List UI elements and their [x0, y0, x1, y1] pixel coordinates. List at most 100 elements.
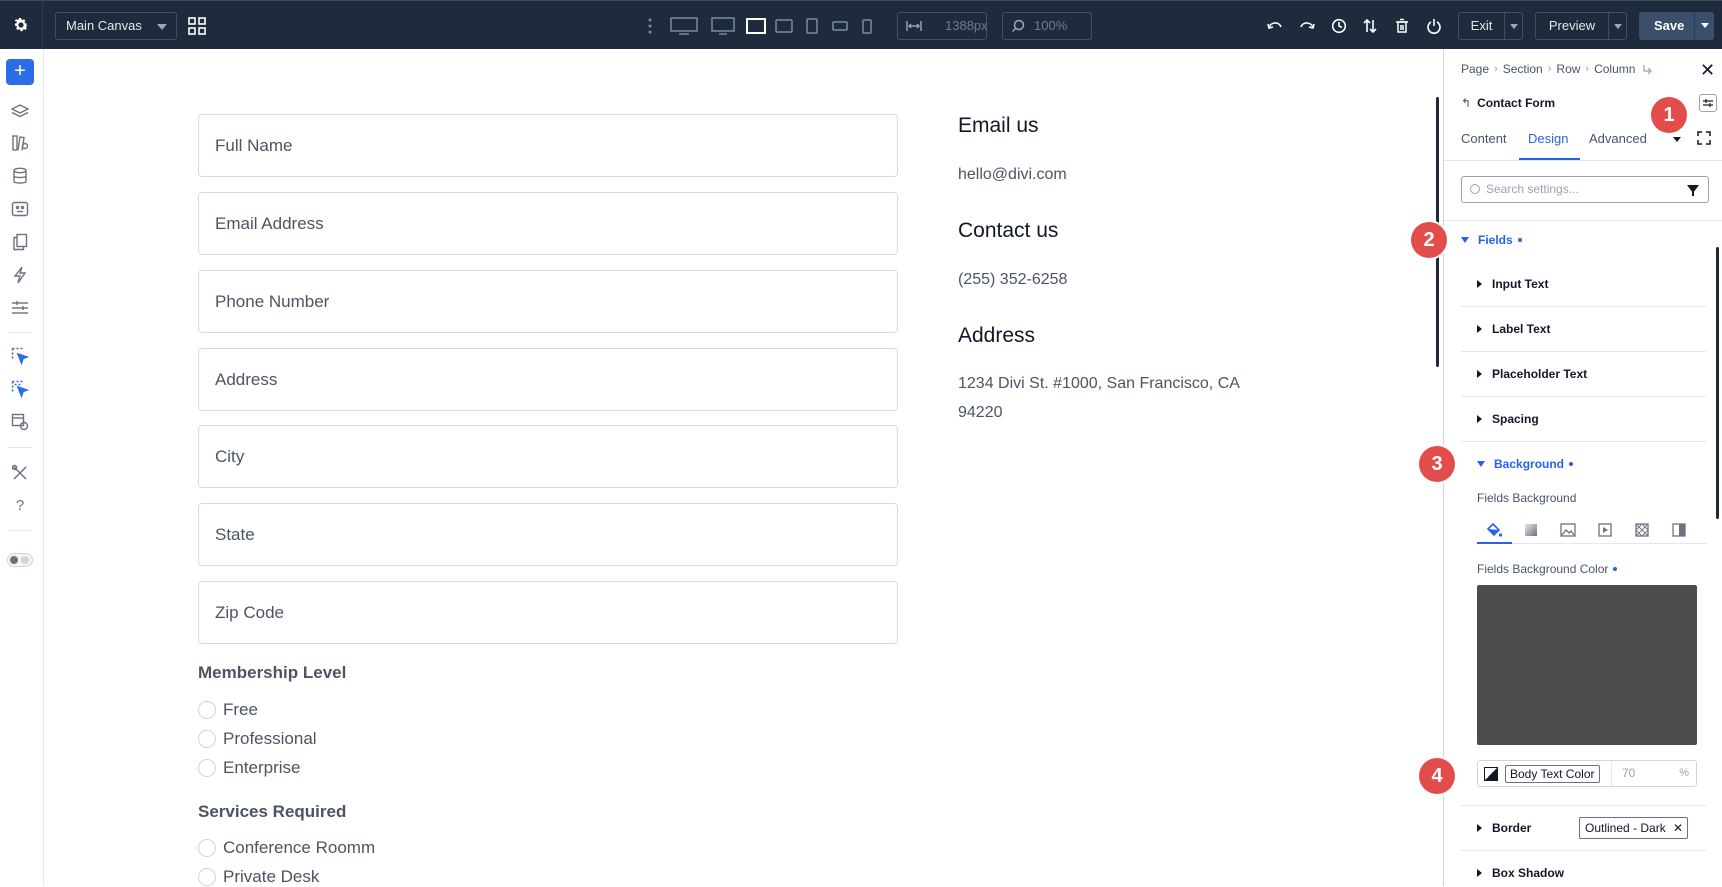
- layers-icon[interactable]: [9, 101, 31, 123]
- form-field[interactable]: Full Name: [198, 114, 898, 177]
- services-required-title: Services Required: [198, 802, 347, 821]
- grid-layout-icon[interactable]: [188, 17, 206, 35]
- color-variable-tag[interactable]: Body Text Color: [1505, 765, 1600, 783]
- input-text-toggle[interactable]: Input Text: [1477, 277, 1707, 291]
- opacity-unit: %: [1679, 767, 1689, 779]
- breadcrumb-item[interactable]: Section: [1503, 62, 1543, 76]
- trash-icon[interactable]: [1394, 14, 1410, 38]
- zoom-field[interactable]: 100%: [1002, 12, 1092, 40]
- color-fill-icon[interactable]: [1485, 521, 1503, 539]
- exit-dropdown-toggle[interactable]: [1504, 13, 1522, 39]
- form-field[interactable]: City: [198, 425, 898, 488]
- color-chip-icon[interactable]: [1484, 767, 1498, 781]
- sidebar-divider: [8, 332, 32, 333]
- fields-group-toggle[interactable]: Fields: [1461, 233, 1522, 247]
- radio-circle[interactable]: [198, 868, 216, 886]
- breadcrumb-item[interactable]: Page: [1461, 62, 1489, 76]
- pattern-icon[interactable]: [1633, 521, 1651, 539]
- label-text-toggle[interactable]: Label Text: [1477, 322, 1707, 336]
- back-arrow-icon[interactable]: ↰: [1461, 96, 1471, 110]
- radio-circle[interactable]: [198, 759, 216, 777]
- radio-option[interactable]: Professional: [198, 729, 317, 749]
- video-icon[interactable]: [1596, 521, 1614, 539]
- exit-button[interactable]: Exit: [1458, 12, 1523, 40]
- tablet-view-icon[interactable]: [805, 14, 819, 38]
- tabs-divider: [1444, 160, 1722, 161]
- spacing-toggle[interactable]: Spacing: [1477, 412, 1707, 426]
- radio-circle[interactable]: [198, 730, 216, 748]
- canvas-width-value: 1388px: [945, 18, 988, 33]
- search-settings-input[interactable]: Search settings...: [1461, 176, 1709, 203]
- select-multiple-icon[interactable]: [9, 378, 31, 400]
- image-icon[interactable]: [1559, 521, 1577, 539]
- preview-dropdown-toggle[interactable]: [1608, 13, 1626, 39]
- box-shadow-toggle[interactable]: Box Shadow: [1477, 866, 1707, 880]
- border-preset-tag[interactable]: Outlined - Dark ✕: [1579, 817, 1689, 839]
- redo-icon[interactable]: [1298, 14, 1316, 38]
- tab-content[interactable]: Content: [1461, 131, 1507, 146]
- desktop-view-icon[interactable]: [711, 14, 735, 38]
- settings-gear-icon[interactable]: [0, 1, 43, 49]
- database-icon[interactable]: [9, 165, 31, 187]
- page-settings-icon[interactable]: [9, 411, 31, 433]
- left-sidebar: + ?: [0, 49, 44, 886]
- portability-icon[interactable]: [9, 198, 31, 220]
- address-line-1: 1234 Divi St. #1000, San Francisco, CA: [958, 375, 1240, 392]
- canvas-select[interactable]: Main Canvas: [55, 12, 177, 40]
- mask-icon[interactable]: [1670, 521, 1688, 539]
- radio-option[interactable]: Conference Roomm: [198, 838, 375, 858]
- remove-preset-icon[interactable]: ✕: [1673, 821, 1683, 835]
- radio-circle[interactable]: [198, 701, 216, 719]
- tab-design[interactable]: Design: [1528, 131, 1568, 146]
- select-module-icon[interactable]: [9, 345, 31, 367]
- color-preview-swatch[interactable]: [1477, 585, 1697, 745]
- form-field[interactable]: State: [198, 503, 898, 566]
- preview-button[interactable]: Preview: [1535, 12, 1627, 40]
- tabs-more-dropdown-icon[interactable]: [1673, 137, 1681, 142]
- canvas-width-field[interactable]: 1388px: [897, 12, 988, 40]
- breadcrumb-item[interactable]: Column: [1594, 62, 1635, 76]
- panel-scrollbar[interactable]: [1716, 247, 1719, 519]
- sort-arrows-icon[interactable]: [1362, 14, 1378, 38]
- form-field[interactable]: Zip Code: [198, 581, 898, 644]
- more-vertical-icon[interactable]: [645, 14, 655, 38]
- row-divider: [1461, 850, 1706, 851]
- tab-advanced[interactable]: Advanced: [1589, 131, 1647, 146]
- radio-option[interactable]: Private Desk: [198, 867, 319, 887]
- help-icon[interactable]: ?: [9, 494, 31, 516]
- gradient-icon[interactable]: [1522, 521, 1540, 539]
- radio-option[interactable]: Enterprise: [198, 758, 300, 778]
- tablet-landscape-view-icon[interactable]: [775, 14, 793, 38]
- widescreen-view-icon[interactable]: [670, 14, 698, 38]
- laptop-view-icon[interactable]: [746, 14, 766, 38]
- sliders-icon[interactable]: [9, 297, 31, 319]
- form-field[interactable]: Address: [198, 348, 898, 411]
- phone-landscape-view-icon[interactable]: [832, 14, 848, 38]
- return-arrow-icon[interactable]: [1642, 64, 1653, 74]
- filter-icon[interactable]: [1687, 185, 1699, 196]
- breadcrumb-item[interactable]: Row: [1556, 62, 1580, 76]
- close-panel-icon[interactable]: ✕: [1700, 60, 1715, 81]
- mode-toggle[interactable]: [7, 553, 33, 567]
- background-group-toggle[interactable]: Background: [1477, 457, 1574, 471]
- border-preset-value: Outlined - Dark: [1585, 821, 1666, 835]
- form-field[interactable]: Phone Number: [198, 270, 898, 333]
- power-icon[interactable]: [1426, 14, 1442, 38]
- library-icon[interactable]: [9, 132, 31, 154]
- phone-view-icon[interactable]: [862, 14, 872, 38]
- radio-option[interactable]: Free: [198, 700, 258, 720]
- history-clock-icon[interactable]: [1330, 14, 1348, 38]
- pages-copy-icon[interactable]: [9, 231, 31, 253]
- save-dropdown-toggle[interactable]: [1694, 12, 1714, 40]
- save-button[interactable]: Save: [1639, 12, 1714, 40]
- undo-icon[interactable]: [1266, 14, 1284, 38]
- form-field[interactable]: Email Address: [198, 192, 898, 255]
- radio-circle[interactable]: [198, 839, 216, 857]
- tools-icon[interactable]: [9, 462, 31, 484]
- placeholder-text-toggle[interactable]: Placeholder Text: [1477, 367, 1707, 381]
- add-module-button[interactable]: +: [6, 59, 34, 85]
- lightning-icon[interactable]: [9, 264, 31, 286]
- expand-fullscreen-icon[interactable]: [1695, 129, 1713, 147]
- panel-options-icon[interactable]: [1699, 94, 1717, 112]
- color-variable-field[interactable]: Body Text Color 70 %: [1477, 760, 1697, 787]
